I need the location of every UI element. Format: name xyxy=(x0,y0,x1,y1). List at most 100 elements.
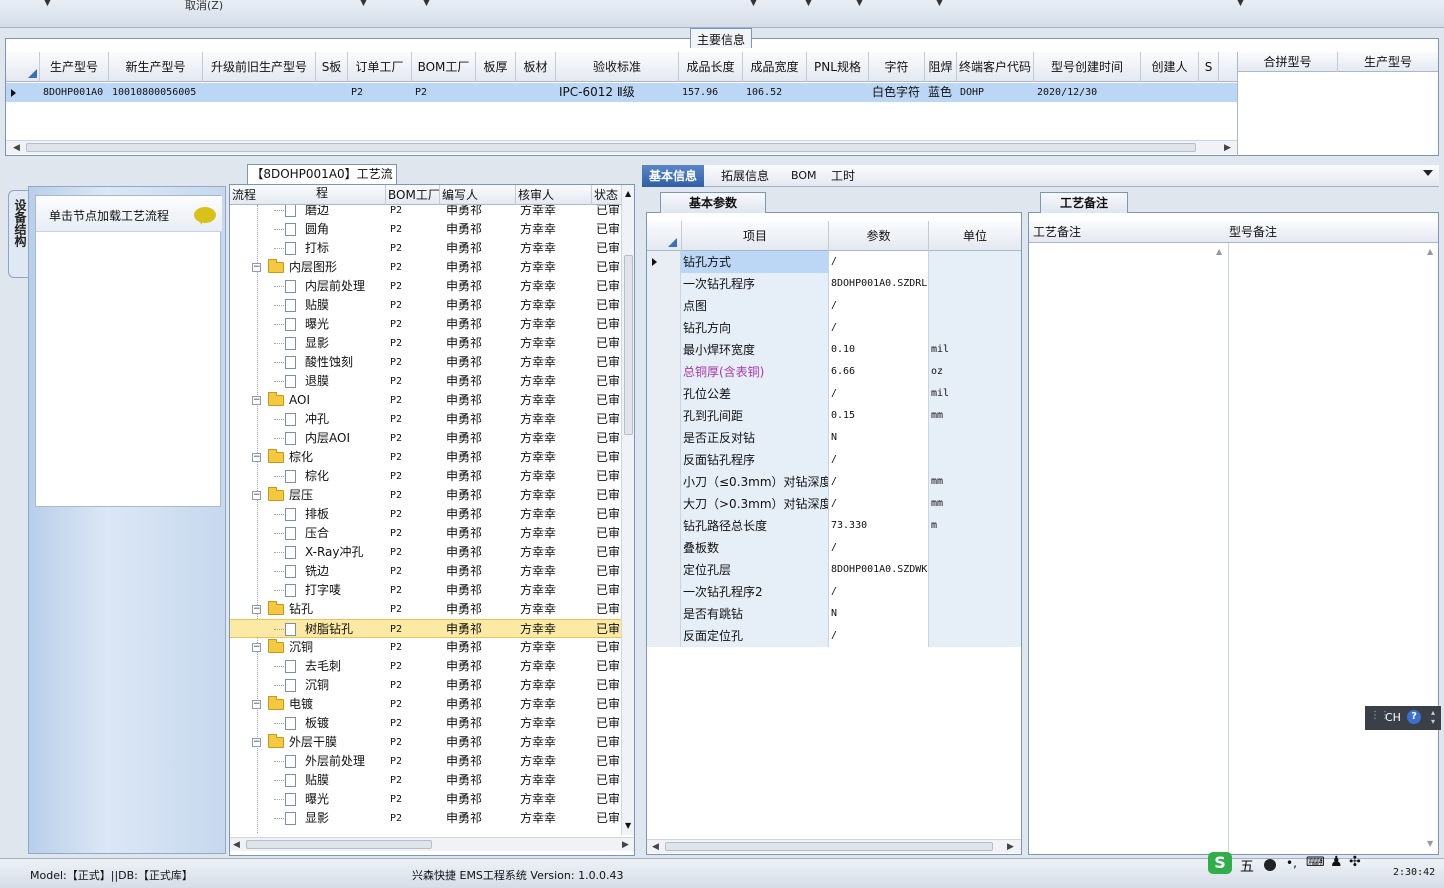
table-row[interactable]: 叠板数 / xyxy=(647,537,1021,559)
tree-item-row[interactable]: 打标 P2 申勇祁 方幸幸 已审 xyxy=(230,239,622,258)
table-row[interactable]: 最小焊环宽度 0.10 mil xyxy=(647,339,1021,361)
tab-device-structure[interactable]: 设备结构 xyxy=(8,190,30,278)
tree-item-row[interactable]: 圆角 P2 申勇祁 方幸幸 已审 xyxy=(230,220,622,239)
tree-item-row[interactable]: 树脂钻孔 P2 申勇祁 方幸幸 已审 xyxy=(230,619,622,638)
table-row[interactable]: 钻孔路径总长度 73.330 m xyxy=(647,515,1021,537)
column-header[interactable]: S xyxy=(1199,52,1219,82)
collapse-icon[interactable]: − xyxy=(252,396,261,405)
tree-item-row[interactable]: 冲孔 P2 申勇祁 方幸幸 已审 xyxy=(230,410,622,429)
scroll-down-icon[interactable]: ▼ xyxy=(625,821,631,830)
row-header[interactable] xyxy=(647,581,681,603)
tree-item-row[interactable]: 打字唛 P2 申勇祁 方幸幸 已审 xyxy=(230,581,622,600)
tree-folder-row[interactable]: − 钻孔 P2 申勇祁 方幸幸 已审 xyxy=(230,600,622,619)
table-cell[interactable]: 157.96 xyxy=(679,83,743,102)
tree-item-row[interactable]: 曝光 P2 申勇祁 方幸幸 已审 xyxy=(230,790,622,809)
column-header[interactable]: 状态 xyxy=(592,185,622,205)
column-header[interactable]: PNL规格 xyxy=(807,52,869,82)
param-value[interactable]: 8DOHP001A0.SZDWK xyxy=(829,559,929,581)
symbol-icon[interactable]: •, xyxy=(1286,856,1297,870)
tree-item-row[interactable]: 酸性蚀刻 P2 申勇祁 方幸幸 已审 xyxy=(230,353,622,372)
param-value[interactable]: 8DOHP001A0.SZDRL xyxy=(829,273,929,295)
row-header[interactable] xyxy=(647,537,681,559)
collapse-icon[interactable]: − xyxy=(252,700,261,709)
row-header[interactable] xyxy=(647,515,681,537)
table-cell[interactable]: 蓝色 xyxy=(925,83,957,102)
row-header[interactable] xyxy=(647,317,681,339)
tree-item-row[interactable]: 退膜 P2 申勇祁 方幸幸 已审 xyxy=(230,372,622,391)
param-value[interactable]: N xyxy=(829,603,929,625)
wubi-mode-label[interactable]: 五 xyxy=(1240,856,1254,876)
table-cell[interactable] xyxy=(1141,83,1199,102)
column-header[interactable]: 字符 xyxy=(869,52,925,82)
card-header[interactable]: 单击节点加载工艺流程 xyxy=(36,196,222,232)
param-value[interactable]: / xyxy=(829,537,929,559)
row-header[interactable] xyxy=(647,603,681,625)
scroll-down-icon[interactable]: ▼ xyxy=(1427,839,1433,848)
table-cell[interactable]: P2 xyxy=(412,83,476,102)
tree-item-row[interactable]: 磨边 P2 申勇祁 方幸幸 已审 xyxy=(230,205,622,220)
table-row[interactable]: 钻孔方向 / xyxy=(647,317,1021,339)
tree-item-row[interactable]: 排板 P2 申勇祁 方幸幸 已审 xyxy=(230,505,622,524)
keyboard-icon[interactable]: ⌨ xyxy=(1306,855,1325,870)
table-cell[interactable]: 10010800056005 xyxy=(109,83,203,102)
ime-language-label[interactable]: CH xyxy=(1385,711,1401,724)
scroll-left-icon[interactable]: ◀ xyxy=(233,838,240,852)
column-header[interactable]: 合拼型号 xyxy=(1238,52,1338,72)
table-cell[interactable] xyxy=(1199,83,1219,102)
table-row[interactable]: 总铜厚(含表铜) 6.66 oz xyxy=(647,361,1021,383)
param-value[interactable]: / xyxy=(829,471,929,493)
table-row[interactable]: 小刀（≤0.3mm）对钻深度 / mm xyxy=(647,471,1021,493)
table-row[interactable]: 孔到孔间距 0.15 mm xyxy=(647,405,1021,427)
tab-main-info[interactable]: 主要信息 xyxy=(690,28,753,48)
horizontal-scrollbar[interactable]: ◀ ▶ xyxy=(647,839,1021,853)
param-value[interactable]: / xyxy=(829,317,929,339)
column-header[interactable]: 升级前旧生产型号 xyxy=(203,52,316,82)
table-row[interactable]: 一次钻孔程序 8DOHP001A0.SZDRL xyxy=(647,273,1021,295)
user-icon[interactable]: ♟ xyxy=(1330,854,1343,870)
table-cell[interactable]: DOHP xyxy=(957,83,1034,102)
column-header[interactable]: 生产型号 xyxy=(1338,52,1438,72)
param-value[interactable]: / xyxy=(829,449,929,471)
collapse-icon[interactable]: − xyxy=(252,453,261,462)
tab-extended-info[interactable]: 拓展信息 xyxy=(714,165,776,187)
param-value[interactable]: / xyxy=(829,625,929,647)
tree-item-row[interactable]: 曝光 P2 申勇祁 方幸幸 已审 xyxy=(230,315,622,334)
column-header[interactable]: 型号创建时间 xyxy=(1034,52,1141,82)
tree-item-row[interactable]: 压合 P2 申勇祁 方幸幸 已审 xyxy=(230,524,622,543)
column-header[interactable]: 核审人 xyxy=(516,185,592,205)
row-header[interactable] xyxy=(647,471,681,493)
table-row[interactable]: 大刀（>0.3mm）对钻深度 / mm xyxy=(647,493,1021,515)
tree-item-row[interactable]: 沉铜 P2 申勇祁 方幸幸 已审 xyxy=(230,676,622,695)
scroll-thumb[interactable] xyxy=(246,840,432,849)
table-row[interactable]: 反面钻孔程序 / xyxy=(647,449,1021,471)
column-header[interactable]: 订单工厂 xyxy=(348,52,412,82)
tree-item-row[interactable]: 内层前处理 P2 申勇祁 方幸幸 已审 xyxy=(230,277,622,296)
table-cell[interactable] xyxy=(807,83,869,102)
row-header[interactable] xyxy=(647,427,681,449)
scroll-right-icon[interactable]: ▶ xyxy=(1224,141,1231,155)
sogou-ime-bar[interactable]: S 五 •, ⌨ ♟ ✣ xyxy=(1206,850,1366,878)
tree-item-row[interactable]: 贴膜 P2 申勇祁 方幸幸 已审 xyxy=(230,771,622,790)
collapse-icon[interactable]: − xyxy=(252,491,261,500)
column-header[interactable]: BOM工厂 xyxy=(386,185,440,205)
row-header[interactable] xyxy=(647,625,681,647)
table-row[interactable]: 孔位公差 / mil xyxy=(647,383,1021,405)
chevron-down-icon[interactable]: ▼ xyxy=(805,0,812,8)
horizontal-scrollbar[interactable]: ◀ ▶ xyxy=(6,140,1237,154)
column-header[interactable]: 成品长度 xyxy=(679,52,743,82)
column-header[interactable]: 参数 xyxy=(829,221,929,251)
toolbox-icon[interactable]: ✣ xyxy=(1349,854,1361,870)
table-cell[interactable]: 2020/12/30 xyxy=(1034,83,1141,102)
column-header[interactable]: 项目 xyxy=(681,221,829,251)
table-cell[interactable]: P2 xyxy=(348,83,412,102)
chevron-down-icon[interactable]: ▼ xyxy=(856,0,863,8)
chevron-down-icon[interactable]: ▼ xyxy=(936,0,943,8)
tree-item-row[interactable]: 外层前处理 P2 申勇祁 方幸幸 已审 xyxy=(230,752,622,771)
collapse-icon[interactable]: − xyxy=(252,605,261,614)
tab-bom[interactable]: BOM xyxy=(784,165,824,187)
scroll-right-icon[interactable]: ▶ xyxy=(1007,840,1014,854)
row-header[interactable] xyxy=(647,405,681,427)
param-value[interactable]: N xyxy=(829,427,929,449)
param-value[interactable]: / xyxy=(829,581,929,603)
column-header[interactable]: 验收标准 xyxy=(556,52,679,82)
